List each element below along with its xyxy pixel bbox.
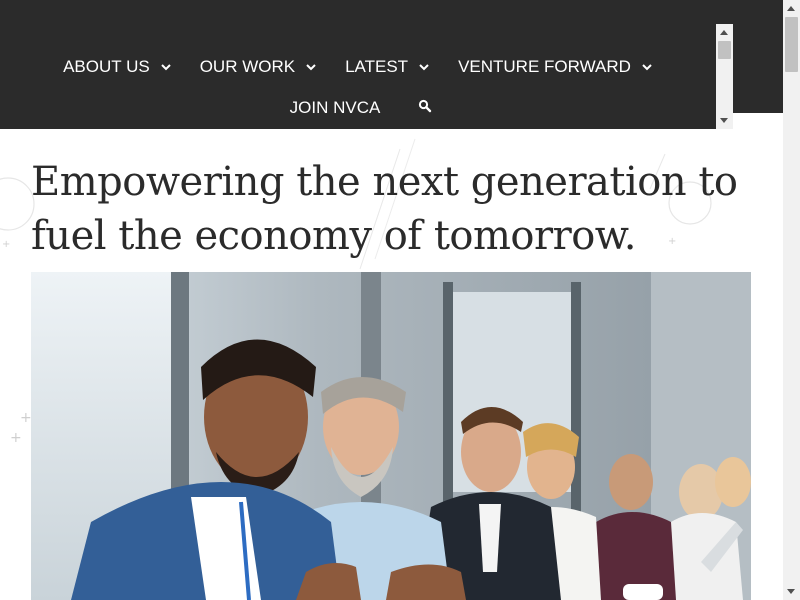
nav-item-about-us[interactable]: ABOUT US <box>49 55 186 79</box>
svg-text:+: + <box>20 410 32 426</box>
nav-item-label: LATEST <box>345 57 409 76</box>
scrollbar-thumb[interactable] <box>785 17 798 72</box>
scrollbar-thumb[interactable] <box>718 41 731 59</box>
chevron-down-icon <box>641 61 653 73</box>
hero-heading: Empowering the next generation to fuel t… <box>31 159 738 259</box>
page-scrollbar[interactable] <box>783 0 800 600</box>
nav-panel-scrollbar[interactable] <box>716 24 733 129</box>
nav-item-label: VENTURE FORWARD <box>458 57 631 76</box>
chevron-down-icon <box>418 61 430 73</box>
scroll-up-arrow-icon[interactable] <box>720 30 728 35</box>
svg-text:+: + <box>2 239 10 250</box>
nav-item-our-work[interactable]: OUR WORK <box>186 55 331 79</box>
hero-image-meeting <box>31 272 751 600</box>
nav-item-label: OUR WORK <box>199 57 296 76</box>
nav-row-primary: ABOUT US OUR WORK LATEST VENTURE FORWARD <box>0 55 716 79</box>
scroll-down-arrow-icon[interactable] <box>787 589 795 594</box>
nav-row-secondary: JOIN NVCA <box>0 96 716 120</box>
chevron-down-icon <box>160 61 172 73</box>
svg-text:+: + <box>10 430 22 446</box>
nav-item-join-nvca[interactable]: JOIN NVCA <box>276 96 395 120</box>
scroll-up-arrow-icon[interactable] <box>787 6 795 11</box>
nav-item-venture-forward[interactable]: VENTURE FORWARD <box>444 55 667 79</box>
nav-item-latest[interactable]: LATEST <box>331 55 444 79</box>
search-button[interactable] <box>410 96 440 120</box>
scroll-down-arrow-icon[interactable] <box>720 118 728 123</box>
chevron-down-icon <box>305 61 317 73</box>
search-icon <box>418 99 432 118</box>
nav-item-label: ABOUT US <box>63 57 150 76</box>
nav-item-label: JOIN NVCA <box>289 98 381 117</box>
main-nav: ABOUT US OUR WORK LATEST VENTURE FORWARD <box>0 24 733 129</box>
